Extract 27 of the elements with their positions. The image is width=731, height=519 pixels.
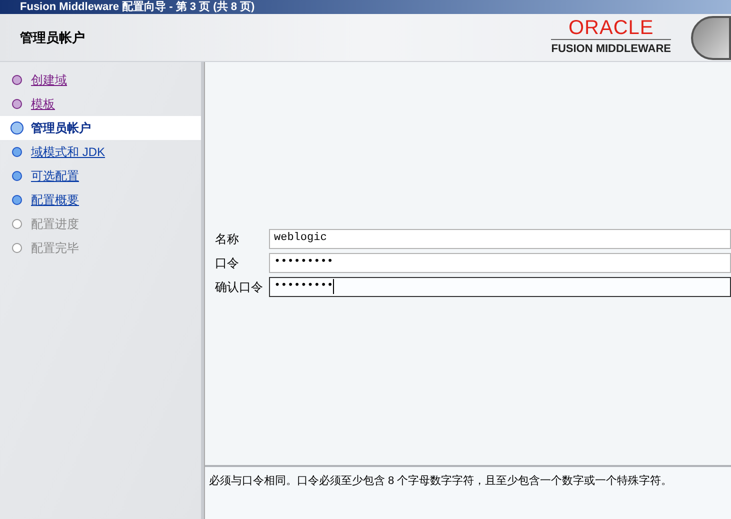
step-node-icon: [9, 217, 25, 231]
brand-logo: ORACLE: [568, 17, 654, 40]
wizard-step[interactable]: 配置概要: [0, 188, 201, 212]
emblem-icon: [691, 16, 731, 60]
step-node-icon: [9, 193, 25, 207]
step-node-icon: [9, 121, 25, 135]
product-name: FUSION MIDDLEWARE: [551, 39, 671, 58]
step-node-icon: [9, 97, 25, 111]
field-label: 口令: [215, 254, 240, 272]
field-label: 确认口令: [215, 278, 264, 296]
wizard-step[interactable]: 创建域: [0, 68, 201, 92]
input-field[interactable]: •••••••••: [269, 252, 731, 272]
step-node-icon: [9, 73, 25, 87]
wizard-step[interactable]: 管理员帐户: [0, 116, 201, 140]
step-node-icon: [9, 169, 25, 183]
page-title: 管理员帐户: [20, 28, 85, 47]
help-text: 必须与口令相同。口令必须至少包含 8 个字母数字字符，且至少包含一个数字或一个特殊字符。: [209, 474, 674, 489]
field-label: 名称: [215, 230, 240, 248]
wizard-step[interactable]: 模板: [0, 92, 201, 116]
input-field[interactable]: •••••••••: [269, 276, 731, 296]
step-node-icon: [9, 241, 25, 255]
window-title: Fusion Middleware 配置向导 - 第 3 页 (共 8 页): [20, 1, 255, 13]
input-field[interactable]: weblogic: [269, 228, 731, 248]
wizard-step[interactable]: 域模式和 JDK: [0, 140, 201, 164]
wizard-step[interactable]: 可选配置: [0, 164, 201, 188]
text-cursor: [333, 279, 334, 294]
step-node-icon: [9, 145, 25, 159]
